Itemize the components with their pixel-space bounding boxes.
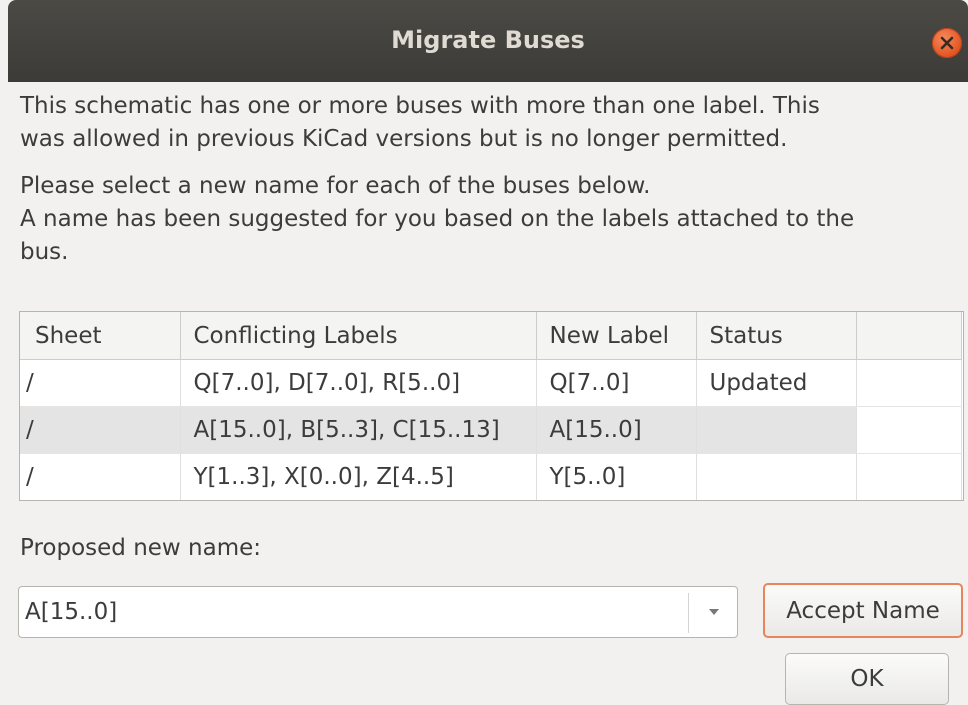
combo-divider [688,593,689,633]
intro-line-3: Please select a new name for each of the… [20,173,651,199]
cell-sheet[interactable]: / [20,453,181,500]
intro-line-5: bus. [20,239,69,265]
intro-paragraph-2: Please select a new name for each of the… [20,170,854,269]
column-header-status[interactable]: Status [696,312,857,360]
cell-conflicting-labels[interactable]: Q[7..0], D[7..0], R[5..0] [180,359,537,407]
column-header-filler [856,312,962,360]
migrate-buses-dialog: Migrate Buses This schematic has one or … [0,0,968,705]
column-header-conflicting-labels[interactable]: Conflicting Labels [180,312,537,360]
intro-paragraph-1: This schematic has one or more buses wit… [20,90,820,156]
cell-status[interactable]: Updated [696,359,857,407]
intro-line-2: was allowed in previous KiCad versions b… [20,126,788,152]
proposed-name-input[interactable] [23,589,682,635]
title-bar: Migrate Buses [8,0,968,82]
cell-sheet[interactable]: / [20,406,181,454]
cell-filler [856,453,962,500]
table-row-selected[interactable]: / A[15..0], B[5..3], C[15..13] A[15..0] [20,406,962,454]
cell-status[interactable] [696,453,857,500]
cell-status[interactable] [696,406,857,454]
proposed-name-label: Proposed new name: [20,535,262,561]
ok-button[interactable]: OK [785,653,949,705]
cell-new-label[interactable]: A[15..0] [536,406,697,454]
dialog-title: Migrate Buses [391,26,585,54]
column-header-sheet[interactable]: Sheet [20,312,181,360]
cell-new-label[interactable]: Q[7..0] [536,359,697,407]
accept-name-button[interactable]: Accept Name [763,583,963,638]
table-row[interactable]: / Q[7..0], D[7..0], R[5..0] Q[7..0] Upda… [20,359,962,407]
column-header-new-label[interactable]: New Label [536,312,697,360]
intro-line-4: A name has been suggested for you based … [20,206,855,232]
intro-line-1: This schematic has one or more buses wit… [20,93,820,119]
cell-filler [856,359,962,407]
cell-filler [856,406,962,454]
cell-sheet[interactable]: / [20,359,181,407]
bus-table[interactable]: Sheet Conflicting Labels New Label Statu… [19,311,964,501]
cell-conflicting-labels[interactable]: A[15..0], B[5..3], C[15..13] [180,406,537,454]
table-row[interactable]: / Y[1..3], X[0..0], Z[4..5] Y[5..0] [20,453,962,500]
table-header-row: Sheet Conflicting Labels New Label Statu… [20,312,962,360]
chevron-down-icon[interactable] [707,607,721,617]
proposed-name-combobox[interactable] [18,586,738,638]
cell-conflicting-labels[interactable]: Y[1..3], X[0..0], Z[4..5] [180,453,537,500]
cell-new-label[interactable]: Y[5..0] [536,453,697,500]
close-icon[interactable] [932,28,962,58]
